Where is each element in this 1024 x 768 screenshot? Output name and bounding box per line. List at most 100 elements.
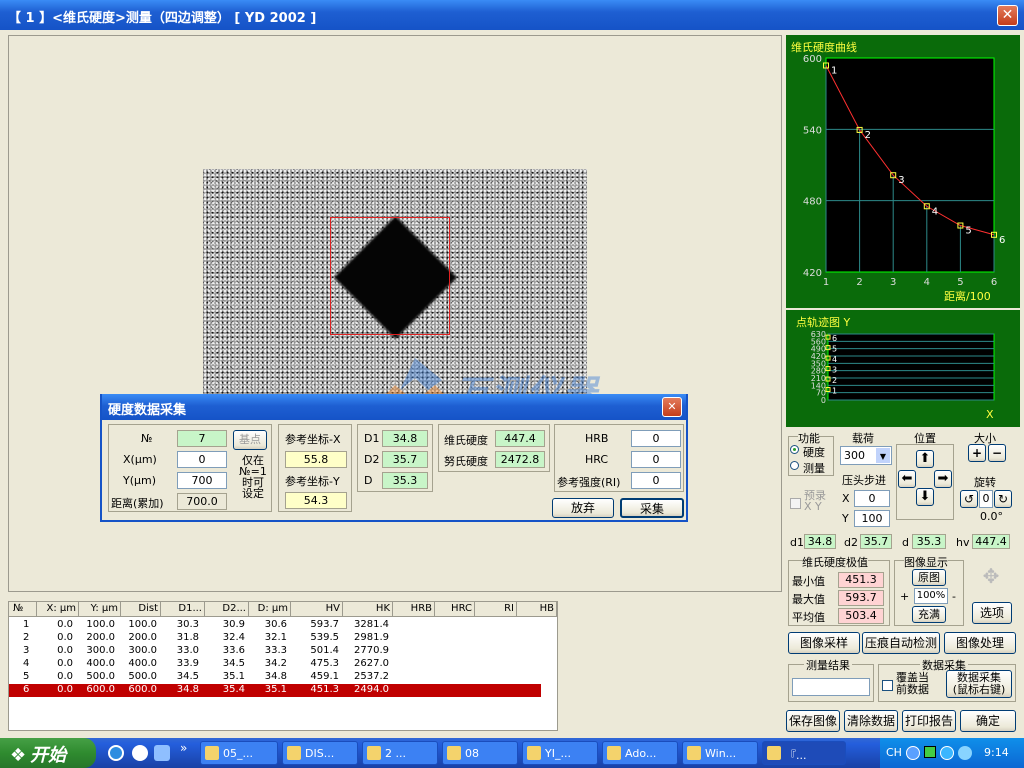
d2-summary: 35.7 bbox=[860, 534, 892, 549]
taskbar-item[interactable]: Win... bbox=[682, 741, 758, 765]
column-header[interactable]: D: μm bbox=[249, 602, 291, 617]
ie-icon[interactable] bbox=[108, 745, 124, 761]
table-cell: 33.3 bbox=[264, 645, 287, 656]
tray-umbrella-icon[interactable] bbox=[958, 746, 972, 760]
point-label: 6 bbox=[999, 235, 1005, 246]
table-cell: 600.0 bbox=[128, 684, 157, 695]
discard-button[interactable]: 放弃 bbox=[552, 498, 614, 518]
ok-button[interactable]: 确定 bbox=[960, 710, 1016, 732]
collect-button[interactable]: 采集 bbox=[620, 498, 684, 518]
measure-radio[interactable] bbox=[790, 461, 799, 470]
trajectory-point-label: 1 bbox=[832, 387, 837, 396]
extremes-title: 维氏硬度极值 bbox=[802, 554, 868, 570]
table-row[interactable]: 3 0.0 300.0 300.0 33.0 33.6 33.3 501.4 2770.9 bbox=[9, 645, 557, 658]
fill-button[interactable]: 充满 bbox=[912, 606, 946, 623]
table-row[interactable]: 1 0.0 100.0 100.0 30.3 30.9 30.6 593.7 3281.4 bbox=[9, 619, 557, 632]
column-header[interactable]: HV bbox=[291, 602, 343, 617]
column-header[interactable]: D2... bbox=[205, 602, 249, 617]
table-cell: 400.0 bbox=[128, 658, 157, 669]
y-input[interactable]: 700 bbox=[177, 472, 227, 489]
image-capture-button[interactable]: 图像采样 bbox=[788, 632, 860, 654]
taskbar-item[interactable]: 08 bbox=[442, 741, 518, 765]
data-collect-button[interactable]: 数据采集 (鼠标右键) bbox=[946, 670, 1012, 698]
column-header[interactable]: HRC bbox=[435, 602, 475, 617]
hrc-input[interactable]: 0 bbox=[631, 451, 681, 468]
point-label: 5 bbox=[965, 226, 971, 237]
language-indicator[interactable]: CH bbox=[886, 746, 902, 759]
image-process-button[interactable]: 图像处理 bbox=[944, 632, 1016, 654]
table-cell: 31.8 bbox=[176, 632, 199, 643]
app-icon bbox=[447, 746, 461, 760]
column-header[interactable]: X: μm bbox=[37, 602, 79, 617]
app-icon bbox=[367, 746, 381, 760]
start-button[interactable]: ❖ 开始 bbox=[0, 738, 96, 768]
tray-network-icon[interactable] bbox=[940, 746, 954, 760]
zoom-minus-button[interactable]: - bbox=[952, 590, 956, 603]
step-y-input[interactable]: 100 bbox=[854, 510, 890, 527]
table-cell: 500.0 bbox=[86, 671, 115, 682]
arrow-down-button[interactable]: ⬇ bbox=[916, 488, 934, 506]
taskbar-item[interactable]: DIS... bbox=[282, 741, 358, 765]
options-button[interactable]: 选项 bbox=[972, 602, 1012, 624]
arrow-left-button[interactable]: ⬅ bbox=[898, 470, 916, 488]
taskbar-item[interactable]: Ado... bbox=[602, 741, 678, 765]
measurement-box[interactable] bbox=[330, 217, 450, 335]
column-header[interactable]: Y: μm bbox=[79, 602, 121, 617]
rotate-ccw-icon[interactable]: ↺ bbox=[960, 490, 978, 508]
table-cell: 33.6 bbox=[222, 645, 245, 656]
base-point-button[interactable]: 基点 bbox=[233, 430, 267, 450]
d-summary: 35.3 bbox=[912, 534, 946, 549]
dialog-close-button[interactable]: ✕ bbox=[662, 397, 682, 417]
column-header[interactable]: RI bbox=[475, 602, 517, 617]
column-header[interactable]: D1... bbox=[161, 602, 205, 617]
taskbar-item[interactable]: 2 ... bbox=[362, 741, 438, 765]
zoom-plus-button[interactable]: + bbox=[900, 590, 909, 603]
quicklaunch-chevron-icon[interactable]: » bbox=[180, 741, 187, 755]
size-plus-button[interactable]: + bbox=[968, 444, 986, 462]
rotate-cw-icon[interactable]: ↻ bbox=[994, 490, 1012, 508]
table-row[interactable]: 4 0.0 400.0 400.0 33.9 34.5 34.2 475.3 2627.0 bbox=[9, 658, 557, 671]
taskbar-item[interactable]: YI_... bbox=[522, 741, 598, 765]
table-row[interactable]: 6 0.0 600.0 600.0 34.8 35.4 35.1 451.3 2494.0 bbox=[9, 684, 541, 697]
hrb-input[interactable]: 0 bbox=[631, 430, 681, 447]
arrow-right-button[interactable]: ➡ bbox=[934, 470, 952, 488]
tray-app-icon[interactable] bbox=[924, 746, 936, 758]
step-x-input[interactable]: 0 bbox=[854, 490, 890, 507]
y-tick-label: 540 bbox=[803, 125, 822, 136]
trajectory-chart: 630560490420350280210140700123456 bbox=[811, 330, 995, 405]
auto-detect-button[interactable]: 压痕自动检测 bbox=[862, 632, 940, 654]
print-report-button[interactable]: 打印报告 bbox=[902, 710, 956, 732]
clear-data-button[interactable]: 清除数据 bbox=[844, 710, 898, 732]
load-select[interactable]: 300 ▼ bbox=[840, 446, 892, 465]
size-minus-button[interactable]: − bbox=[988, 444, 1006, 462]
taskbar-item-label: 『... bbox=[785, 749, 807, 762]
tray-arrow-icon[interactable] bbox=[906, 746, 920, 760]
original-button[interactable]: 原图 bbox=[912, 569, 946, 586]
column-header[interactable]: Dist bbox=[121, 602, 161, 617]
column-header[interactable]: HRB bbox=[393, 602, 435, 617]
arrow-up-button[interactable]: ⬆ bbox=[916, 450, 934, 468]
taskbar-item[interactable]: 05_... bbox=[200, 741, 278, 765]
column-header[interactable]: № bbox=[11, 602, 37, 617]
column-header[interactable]: HK bbox=[343, 602, 393, 617]
preset-checkbox[interactable] bbox=[790, 498, 801, 509]
rotate-input[interactable]: 0 bbox=[979, 490, 993, 508]
hardness-radio[interactable] bbox=[790, 445, 799, 454]
zoom-field[interactable]: 100% bbox=[914, 588, 948, 604]
shield-icon[interactable] bbox=[154, 745, 170, 761]
table-cell: 32.1 bbox=[264, 632, 287, 643]
taskbar-item[interactable]: 『... bbox=[762, 741, 846, 765]
table-row[interactable]: 5 0.0 500.0 500.0 34.5 35.1 34.8 459.1 2537.2 bbox=[9, 671, 557, 684]
window-close-button[interactable]: ✕ bbox=[997, 5, 1018, 26]
max-value: 593.7 bbox=[838, 590, 884, 606]
column-header[interactable]: HB bbox=[517, 602, 557, 617]
cover-checkbox[interactable] bbox=[882, 680, 893, 691]
table-row[interactable]: 2 0.0 200.0 200.0 31.8 32.4 32.1 539.5 2981.9 bbox=[9, 632, 557, 645]
x-input[interactable]: 0 bbox=[177, 451, 227, 468]
browser-icon[interactable] bbox=[132, 745, 148, 761]
hrb-label: HRB bbox=[585, 432, 609, 445]
taskbar-item-label: YI_... bbox=[545, 747, 571, 760]
table-cell: 30.6 bbox=[264, 619, 287, 630]
save-image-button[interactable]: 保存图像 bbox=[786, 710, 840, 732]
ri-input[interactable]: 0 bbox=[631, 472, 681, 489]
